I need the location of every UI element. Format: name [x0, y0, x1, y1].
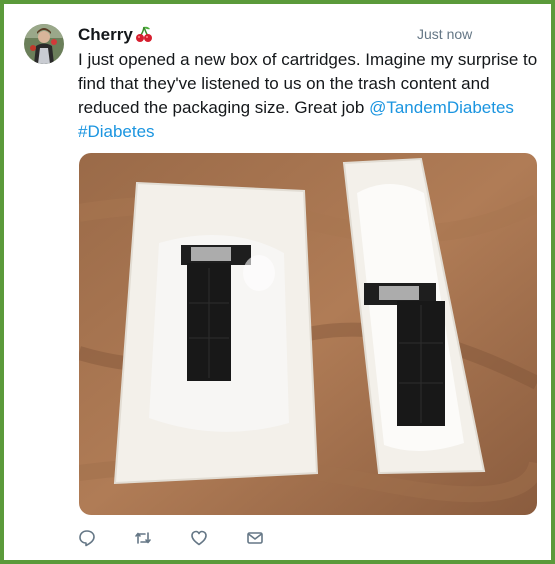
author-name[interactable]: Cherry: [78, 25, 153, 48]
hashtag-link[interactable]: #Diabetes: [78, 122, 155, 141]
timestamp[interactable]: Just now: [417, 26, 472, 42]
reply-icon: [78, 529, 96, 547]
mention-link[interactable]: @TandemDiabetes: [369, 98, 514, 117]
tweet-card: Cherry Just now I just opened a new box …: [8, 8, 547, 556]
author-name-text: Cherry: [78, 25, 133, 44]
avatar[interactable]: [24, 24, 64, 64]
tweet-frame: Cherry Just now I just opened a new box …: [0, 0, 555, 564]
tweet-photo[interactable]: [79, 153, 537, 515]
retweet-icon: [134, 529, 152, 547]
tweet-text: I just opened a new box of cartridges. I…: [78, 48, 540, 144]
reply-button[interactable]: [78, 526, 134, 550]
message-icon: [246, 529, 264, 547]
cherry-icon: [135, 25, 153, 48]
like-button[interactable]: [190, 526, 246, 550]
action-bar: [78, 526, 302, 550]
message-button[interactable]: [246, 526, 302, 550]
like-icon: [190, 529, 208, 547]
retweet-button[interactable]: [134, 526, 190, 550]
